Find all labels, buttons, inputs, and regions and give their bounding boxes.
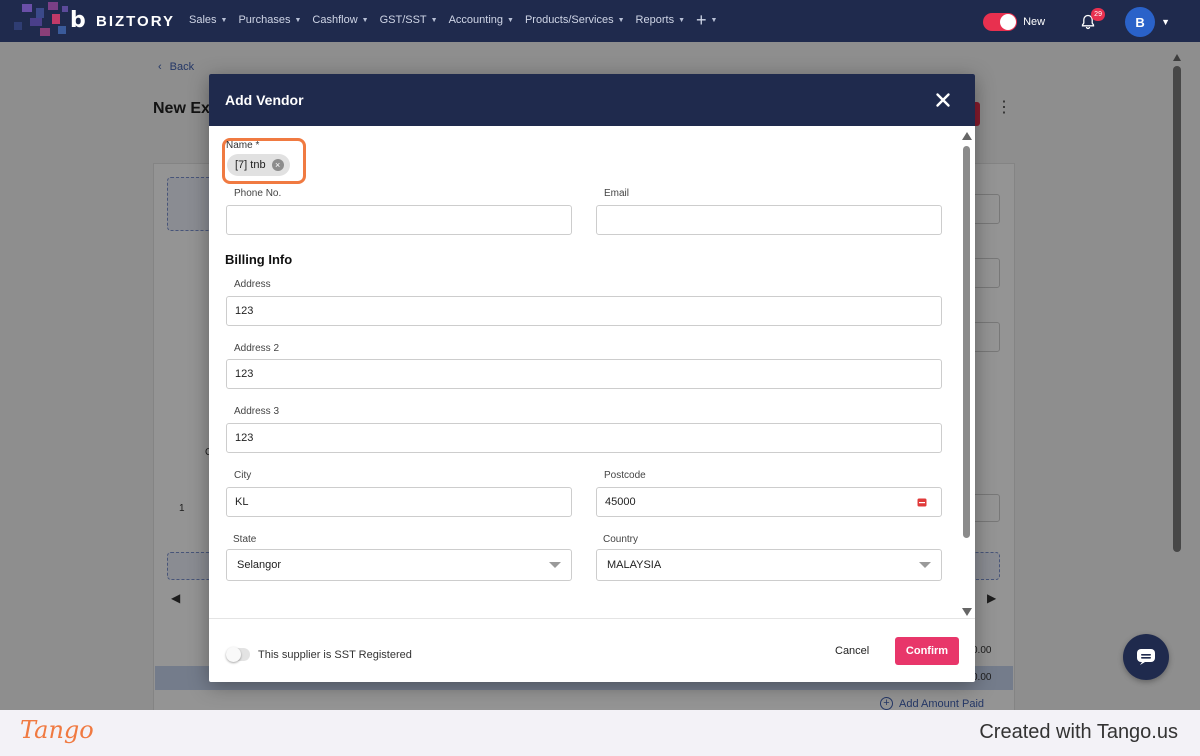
billing-info-heading: Billing Info bbox=[225, 252, 293, 267]
chat-launcher-button[interactable] bbox=[1123, 634, 1169, 680]
menu-sales[interactable]: Sales ▼ bbox=[189, 14, 227, 26]
dialog-footer: Cancel Confirm bbox=[209, 618, 975, 682]
country-label: Country bbox=[603, 534, 639, 545]
address3-input[interactable]: 123 bbox=[226, 423, 942, 453]
confirm-button[interactable]: Confirm bbox=[895, 637, 959, 665]
dialog-scrollbar-thumb[interactable] bbox=[963, 146, 970, 538]
chat-bubble-icon bbox=[1137, 649, 1155, 665]
address3-label: Address 3 bbox=[234, 406, 280, 417]
menu-accounting[interactable]: Accounting ▼ bbox=[449, 14, 514, 26]
vendor-name-chip[interactable]: [7] tnb × bbox=[227, 154, 290, 176]
nav-right-controls: New 29 B ▼ bbox=[983, 7, 1170, 37]
email-input[interactable] bbox=[596, 205, 942, 235]
email-label: Email bbox=[604, 188, 630, 199]
add-vendor-dialog: Add Vendor Name * [7] tnb × Phone No. Em… bbox=[209, 74, 975, 682]
menu-gst-sst[interactable]: GST/SST ▼ bbox=[380, 14, 438, 26]
vendor-name-chip-text: [7] tnb bbox=[235, 159, 266, 171]
tango-logo: Tango bbox=[20, 716, 94, 744]
new-ui-toggle[interactable] bbox=[983, 13, 1018, 31]
brand-logo[interactable]: b BIZTORY bbox=[70, 10, 175, 32]
phone-input[interactable] bbox=[226, 205, 572, 235]
notifications-button[interactable]: 29 bbox=[1077, 8, 1106, 33]
postcode-label: Postcode bbox=[604, 470, 646, 481]
address2-label: Address 2 bbox=[234, 343, 280, 354]
new-ui-label: New bbox=[1023, 16, 1046, 28]
cancel-button[interactable]: Cancel bbox=[835, 645, 869, 657]
dialog-title: Add Vendor bbox=[225, 92, 304, 108]
chevron-down-icon[interactable]: ▼ bbox=[1161, 17, 1170, 27]
address-label: Address bbox=[234, 279, 271, 290]
chevron-down-icon: ▼ bbox=[361, 16, 369, 24]
chevron-down-icon: ▼ bbox=[507, 16, 514, 24]
postcode-value: 45000 bbox=[605, 496, 636, 508]
city-input[interactable]: KL bbox=[226, 487, 572, 517]
phone-label: Phone No. bbox=[234, 188, 282, 199]
dialog-body: Name * [7] tnb × Phone No. Email Billing… bbox=[209, 126, 975, 662]
notification-badge: 29 bbox=[1091, 8, 1106, 21]
dialog-scrollbar[interactable] bbox=[961, 132, 973, 616]
city-label: City bbox=[234, 470, 252, 481]
chevron-down-icon: ▼ bbox=[220, 16, 228, 24]
plus-icon: + bbox=[696, 9, 707, 30]
name-label: Name * bbox=[226, 140, 260, 151]
menu-purchases[interactable]: Purchases ▼ bbox=[238, 14, 301, 26]
close-icon bbox=[936, 93, 950, 107]
address-input[interactable]: 123 bbox=[226, 296, 942, 326]
main-menu: Sales ▼ Purchases ▼ Cashflow ▼ GST/SST ▼ Acc… bbox=[189, 9, 718, 30]
chevron-down-icon: ▼ bbox=[678, 16, 686, 24]
menu-reports[interactable]: Reports ▼ bbox=[636, 14, 685, 26]
chevron-down-icon: ▼ bbox=[430, 16, 438, 24]
tango-credit: Created with Tango.us bbox=[979, 721, 1178, 743]
menu-quick-add[interactable]: + ▼ bbox=[696, 9, 718, 30]
postcode-input[interactable]: 45000 bbox=[596, 487, 942, 517]
state-select[interactable]: Selangor bbox=[226, 549, 572, 581]
chevron-down-icon: ▼ bbox=[617, 16, 625, 24]
state-value: Selangor bbox=[237, 559, 282, 571]
chevron-down-icon bbox=[549, 562, 561, 568]
brand-mark-icon: b bbox=[70, 8, 86, 33]
logo-pixel-pattern bbox=[0, 0, 80, 42]
country-value: MALAYSIA bbox=[607, 559, 662, 571]
keyboard-autofill-icon[interactable] bbox=[917, 498, 927, 507]
close-button[interactable] bbox=[933, 90, 953, 110]
top-navbar: b BIZTORY Sales ▼ Purchases ▼ Cashflow ▼ GS… bbox=[0, 0, 1200, 42]
scroll-up-icon[interactable] bbox=[962, 132, 972, 140]
dialog-header: Add Vendor bbox=[209, 74, 975, 126]
clear-chip-icon[interactable]: × bbox=[271, 159, 284, 171]
user-avatar[interactable]: B bbox=[1125, 7, 1156, 37]
chevron-down-icon bbox=[919, 562, 931, 568]
scroll-down-icon[interactable] bbox=[962, 608, 972, 616]
brand-name: BIZTORY bbox=[96, 12, 176, 30]
chevron-down-icon: ▼ bbox=[294, 16, 302, 24]
country-select[interactable]: MALAYSIA bbox=[596, 549, 942, 581]
state-label: State bbox=[233, 534, 257, 545]
address2-input[interactable]: 123 bbox=[226, 359, 942, 389]
menu-cashflow[interactable]: Cashflow ▼ bbox=[312, 14, 368, 26]
menu-products-services[interactable]: Products/Services ▼ bbox=[525, 14, 625, 26]
chevron-down-icon: ▼ bbox=[710, 16, 718, 24]
